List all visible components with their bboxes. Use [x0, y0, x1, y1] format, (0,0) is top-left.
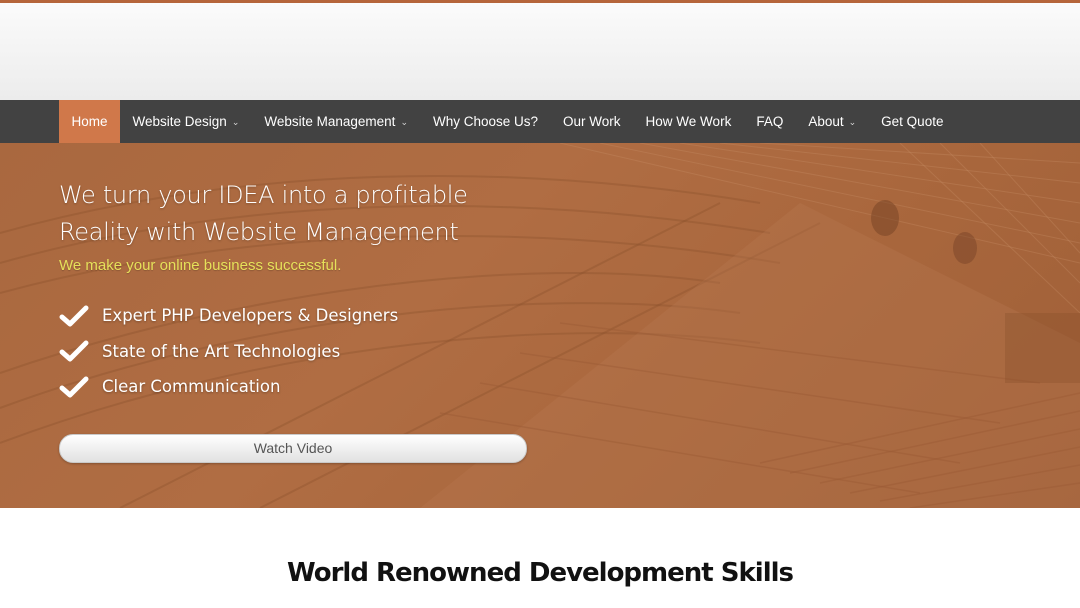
nav-item-get-quote[interactable]: Get Quote [869, 100, 956, 143]
chevron-down-icon: ⌄ [231, 117, 240, 127]
hero-subtitle: We make your online business successful. [59, 257, 342, 274]
chevron-down-icon: ⌄ [848, 117, 857, 127]
nav-item-how-we-work[interactable]: How We Work [633, 100, 744, 143]
nav-item-about[interactable]: About ⌄ [796, 100, 869, 143]
nav-item-label: About [808, 114, 844, 129]
nav-item-why-choose-us[interactable]: Why Choose Us? [420, 100, 550, 143]
hero-banner: We turn your IDEA into a profitable Real… [0, 143, 1080, 508]
nav-item-faq[interactable]: FAQ [744, 100, 796, 143]
check-icon [59, 305, 89, 327]
hero-title-line-1: We turn your IDEA into a profitable [59, 181, 468, 209]
nav-item-label: Get Quote [881, 114, 944, 129]
feature-item: Expert PHP Developers & Designers [59, 298, 398, 334]
feature-text: Expert PHP Developers & Designers [102, 306, 399, 326]
watch-video-button[interactable]: Watch Video [59, 434, 527, 463]
feature-text: Clear Communication [102, 377, 281, 397]
nav-item-our-work[interactable]: Our Work [551, 100, 634, 143]
feature-item: State of the Art Technologies [59, 334, 398, 370]
nav-item-label: Home [71, 114, 108, 129]
nav-item-home[interactable]: Home [59, 100, 121, 143]
nav-item-label: Website Design [132, 114, 227, 129]
site-header [0, 3, 1080, 100]
nav-item-label: Website Management [264, 114, 396, 129]
hero-title-line-2: Reality with Website Management [59, 218, 459, 246]
feature-text: State of the Art Technologies [102, 341, 341, 361]
section-title: World Renowned Development Skills [287, 558, 794, 588]
nav-item-label: FAQ [756, 114, 784, 129]
nav-list: Home Website Design ⌄ Website Management… [59, 100, 956, 143]
nav-item-label: Our Work [563, 114, 621, 129]
feature-list: Expert PHP Developers & Designers State … [59, 298, 398, 405]
feature-item: Clear Communication [59, 369, 398, 405]
nav-item-label: Why Choose Us? [432, 114, 539, 129]
check-icon [59, 376, 89, 398]
nav-item-website-design[interactable]: Website Design ⌄ [120, 100, 252, 143]
check-icon [59, 340, 89, 362]
nav-item-website-management[interactable]: Website Management ⌄ [252, 100, 421, 143]
nav-item-label: How We Work [645, 114, 732, 129]
chevron-down-icon: ⌄ [400, 117, 408, 127]
hero-title: We turn your IDEA into a profitable Real… [59, 177, 519, 251]
main-navbar: Home Website Design ⌄ Website Management… [0, 100, 1080, 143]
